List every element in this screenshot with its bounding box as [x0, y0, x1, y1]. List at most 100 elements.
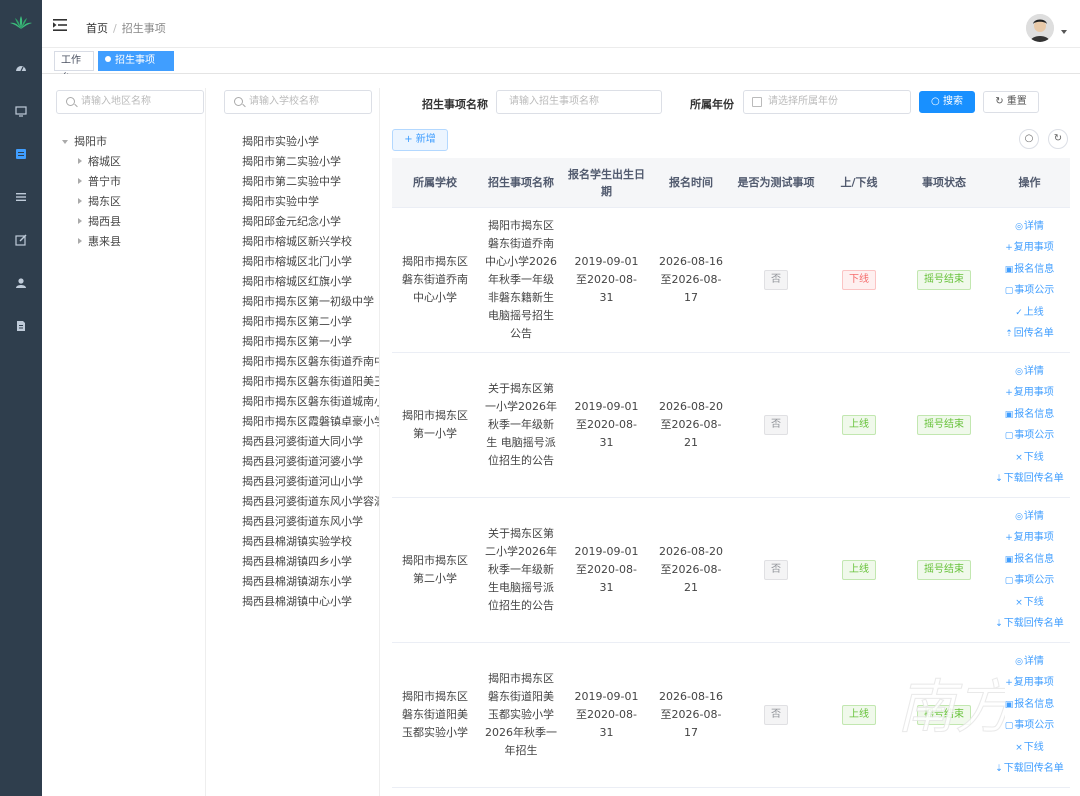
publicity-link[interactable]: ▢事项公示	[1005, 715, 1055, 737]
school-item[interactable]: 揭阳市第二实验中学	[242, 172, 379, 192]
nav-dashboard[interactable]	[0, 46, 42, 89]
school-item[interactable]: 揭西县河婆街道河婆小学	[242, 452, 379, 472]
tree-node[interactable]: 揭西县	[62, 212, 121, 232]
download-list-link[interactable]: ⇣下载回传名单	[995, 758, 1064, 780]
active-dot-icon	[105, 56, 111, 62]
school-item[interactable]: 揭阳市实验小学	[242, 132, 379, 152]
school-item[interactable]: 揭阳市揭东区磐东街道阳美王	[242, 372, 379, 392]
school-item[interactable]: 揭阳市榕城区红旗小学	[242, 272, 379, 292]
tree-node[interactable]: 揭东区	[62, 192, 121, 212]
breadcrumb-home[interactable]: 首页	[86, 22, 108, 35]
school-search-input[interactable]: 请输入学校名称	[224, 90, 372, 114]
reuse-link[interactable]: +复用事项	[1005, 382, 1054, 404]
upload-list-link[interactable]: ⇡回传名单	[1005, 323, 1054, 345]
registration-link[interactable]: ▣报名信息	[1005, 404, 1055, 426]
school-item[interactable]: 揭阳市榕城区新兴学校	[242, 232, 379, 252]
year-filter-input[interactable]: 请选择所属年份	[743, 90, 911, 114]
online-link[interactable]: ✓上线	[1015, 302, 1044, 324]
calendar-icon	[752, 97, 762, 107]
publicity-link[interactable]: ▢事项公示	[1005, 570, 1055, 592]
school-item[interactable]: 揭阳市揭东区第一小学	[242, 332, 379, 352]
school-item[interactable]: 揭阳市揭东区霞磐镇卓豪小学	[242, 412, 379, 432]
caret-down-icon[interactable]	[62, 140, 68, 144]
year-filter-placeholder: 请选择所属年份	[768, 96, 838, 107]
table-row: 揭阳市揭东区第一小学 关于揭东区第一小学2026年秋季一年级新生 电脑摇号派位招…	[392, 353, 1070, 498]
school-item[interactable]: 揭阳市揭东区磐东街道乔南中	[242, 352, 379, 372]
nav-school[interactable]	[0, 132, 42, 175]
tree-node[interactable]: 榕城区	[62, 152, 121, 172]
name-filter-input[interactable]: 请输入招生事项名称	[496, 90, 662, 114]
reuse-link[interactable]: +复用事项	[1005, 527, 1054, 549]
download-list-link[interactable]: ⇣下载回传名单	[995, 468, 1064, 490]
nav-monitor[interactable]	[0, 89, 42, 132]
refresh-table-button[interactable]: ↻	[1048, 129, 1068, 149]
reuse-link[interactable]: +复用事项	[1005, 672, 1054, 694]
detail-link[interactable]: ◎详情	[1015, 361, 1044, 383]
school-item[interactable]: 揭西县棉湖镇湖东小学	[242, 572, 379, 592]
nav-user[interactable]	[0, 261, 42, 304]
tree-node[interactable]: 惠来县	[62, 232, 121, 252]
school-item[interactable]: 揭西县河婆街道大同小学	[242, 432, 379, 452]
toggle-search-button[interactable]: ○	[1019, 129, 1039, 149]
school-item[interactable]: 揭阳市实验中学	[242, 192, 379, 212]
caret-right-icon[interactable]	[78, 178, 82, 184]
school-item[interactable]: 揭阳市揭东区磐东街道城南小	[242, 392, 379, 412]
search-button[interactable]: ○ 搜索	[919, 91, 975, 113]
nav-document[interactable]	[0, 304, 42, 347]
tag-enrollment[interactable]: 招生事项×	[98, 51, 174, 84]
test-badge: 否	[764, 560, 788, 580]
tag-workbench[interactable]: 工作台	[54, 51, 94, 84]
school-item[interactable]: 揭阳邱金元纪念小学	[242, 212, 379, 232]
registration-link[interactable]: ▣报名信息	[1005, 259, 1055, 281]
school-item[interactable]: 揭西县河婆街道东风小学	[242, 512, 379, 532]
school-item[interactable]: 揭西县棉湖镇实验学校	[242, 532, 379, 552]
school-item[interactable]: 揭阳市揭东区第二小学	[242, 312, 379, 332]
op-label: 详情	[1023, 365, 1044, 377]
download-list-link[interactable]: ⇣下载回传名单	[995, 613, 1064, 635]
offline-link[interactable]: ×下线	[1015, 592, 1044, 614]
column-header: 所属学校	[413, 176, 457, 189]
download-icon: ⇣	[995, 619, 1003, 629]
school-item[interactable]: 揭西县棉湖镇中心小学	[242, 592, 379, 612]
menu-fold-icon[interactable]	[53, 19, 67, 31]
publicity-link[interactable]: ▢事项公示	[1005, 425, 1055, 447]
cell-school: 揭阳市揭东区磐东街道阳美玉都实验小学	[402, 690, 468, 739]
add-button[interactable]: + 新增	[392, 129, 448, 151]
avatar[interactable]	[1026, 14, 1054, 42]
detail-link[interactable]: ◎详情	[1015, 216, 1044, 238]
caret-right-icon[interactable]	[78, 238, 82, 244]
tree-node-root[interactable]: 揭阳市	[62, 132, 121, 152]
cell-test: 否	[733, 208, 819, 352]
offline-link[interactable]: ×下线	[1015, 737, 1044, 759]
x-icon: ×	[1015, 452, 1023, 463]
reuse-link[interactable]: +复用事项	[1005, 237, 1054, 259]
detail-link[interactable]: ◎详情	[1015, 506, 1044, 528]
caret-right-icon[interactable]	[78, 198, 82, 204]
reset-button[interactable]: ↻ 重置	[983, 91, 1039, 113]
caret-right-icon[interactable]	[78, 218, 82, 224]
cell-actions: ◎详情 +复用事项 ▣报名信息 ▢事项公示 ✓上线 ⇡回传名单	[989, 208, 1070, 352]
school-item[interactable]: 揭阳市揭东区第一初级中学	[242, 292, 379, 312]
detail-link[interactable]: ◎详情	[1015, 651, 1044, 673]
online-status-badge: 下线	[842, 270, 876, 290]
refresh-icon: ↻	[1053, 133, 1063, 144]
nav-list[interactable]	[0, 175, 42, 218]
caret-right-icon[interactable]	[78, 158, 82, 164]
offline-link[interactable]: ×下线	[1015, 447, 1044, 469]
school-item[interactable]: 揭阳市第二实验小学	[242, 152, 379, 172]
nav-edit[interactable]	[0, 218, 42, 261]
publicity-link[interactable]: ▢事项公示	[1005, 280, 1055, 302]
registration-link[interactable]: ▣报名信息	[1005, 549, 1055, 571]
school-item[interactable]: 揭西县棉湖镇四乡小学	[242, 552, 379, 572]
school-item[interactable]: 揭西县河婆街道东风小学容满	[242, 492, 379, 512]
name-filter-placeholder: 请输入招生事项名称	[509, 96, 599, 107]
caret-down-icon[interactable]	[1061, 30, 1067, 34]
school-item[interactable]: 揭西县河婆街道河山小学	[242, 472, 379, 492]
registration-link[interactable]: ▣报名信息	[1005, 694, 1055, 716]
region-search-input[interactable]: 请输入地区名称	[56, 90, 204, 114]
cell-school: 揭阳市揭东区磐东街道乔南中心小学	[402, 255, 468, 304]
tree-node[interactable]: 普宁市	[62, 172, 121, 192]
online-status-badge: 上线	[842, 415, 876, 435]
school-item[interactable]: 揭阳市榕城区北门小学	[242, 252, 379, 272]
content-panel: 招生事项名称 请输入招生事项名称 所属年份 请选择所属年份 ○ 搜索 ↻ 重置 …	[392, 88, 1080, 796]
